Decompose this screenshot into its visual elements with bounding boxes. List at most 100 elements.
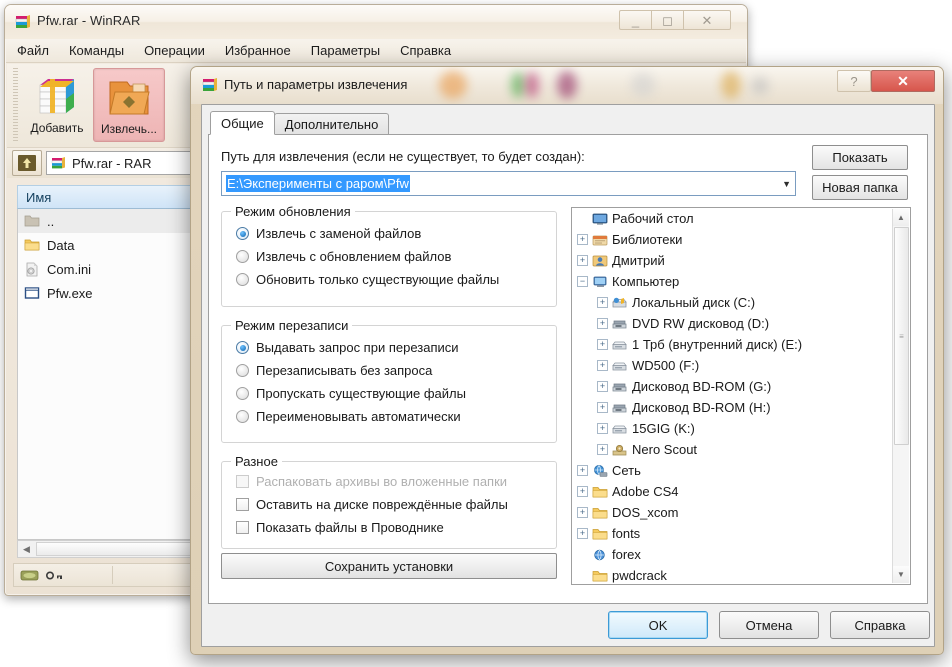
tree-toggle[interactable]: + [597, 402, 608, 413]
scroll-up-icon[interactable]: ▲ [893, 209, 909, 226]
tree-item-fonts[interactable]: + fonts [572, 523, 910, 544]
checkbox-extract-nested-archives: Распаковать архивы во вложенные папки [222, 470, 556, 493]
screen: Pfw.rar - WinRAR _ ◻ ✕ Файл Команды Опер… [0, 0, 952, 667]
tree-item-15gig-k[interactable]: + 15GIG (K:) [572, 418, 910, 439]
tree-toggle[interactable]: + [577, 234, 588, 245]
tree-item-drive-e[interactable]: + 1 Трб (внутренний диск) (E:) [572, 334, 910, 355]
radio-overwrite-without-prompt[interactable]: Перезаписывать без запроса [222, 359, 556, 382]
close-icon[interactable]: ✕ [871, 70, 935, 92]
menu-help[interactable]: Справка [397, 41, 454, 60]
toolbar-add-button[interactable]: Добавить [21, 68, 93, 142]
help-icon[interactable]: ? [837, 70, 871, 92]
menu-options[interactable]: Параметры [308, 41, 383, 60]
tree-item-user[interactable]: + Дмитрий [572, 250, 910, 271]
up-folder-icon[interactable] [12, 150, 42, 176]
checkbox-keep-broken-files[interactable]: Оставить на диске повреждённые файлы [222, 493, 556, 516]
key-icon [46, 569, 64, 582]
minimize-icon[interactable]: _ [619, 10, 651, 30]
help-button-label: Справка [854, 617, 906, 633]
tree-toggle[interactable]: + [597, 360, 608, 371]
computer-icon [591, 274, 608, 290]
tree-toggle[interactable]: − [577, 276, 588, 287]
cancel-button[interactable]: Отмена [719, 611, 819, 639]
menu-favorites[interactable]: Избранное [222, 41, 294, 60]
menu-commands[interactable]: Команды [66, 41, 127, 60]
close-icon[interactable]: ✕ [683, 10, 731, 30]
tree-toggle[interactable]: + [577, 528, 588, 539]
status-separator [112, 566, 113, 584]
tree-item-adobe-cs4[interactable]: + Adobe CS4 [572, 481, 910, 502]
tab-advanced[interactable]: Дополнительно [273, 113, 390, 135]
tree-item-pwdcrack[interactable]: pwdcrack [572, 565, 910, 584]
toolbar-grip[interactable] [13, 68, 18, 142]
tree-item-forex[interactable]: forex [572, 544, 910, 565]
tree-toggle[interactable]: + [597, 423, 608, 434]
tree-toggle[interactable]: + [577, 486, 588, 497]
tree-item-computer[interactable]: − Компьютер [572, 271, 910, 292]
ini-file-icon [24, 262, 40, 277]
maximize-icon[interactable]: ◻ [651, 10, 683, 30]
destination-folder-tree[interactable]: Рабочий стол + Библиотеки + Дмитрий − Ко… [571, 207, 911, 585]
save-settings-button[interactable]: Сохранить установки [221, 553, 557, 579]
tree-item-bd-rom-g[interactable]: + Дисковод BD-ROM (G:) [572, 376, 910, 397]
column-name[interactable]: Имя [18, 190, 51, 205]
checkbox-indicator [236, 498, 249, 511]
option-label: Показать файлы в Проводнике [256, 520, 444, 535]
tree-item-nero-scout[interactable]: + Nero Scout [572, 439, 910, 460]
archive-path-value: Pfw.rar - RAR [72, 155, 152, 171]
tree-item-label: Локальный диск (C:) [632, 295, 756, 310]
tree-item-dvd-rw-d[interactable]: + DVD RW дисковод (D:) [572, 313, 910, 334]
radio-extract-replace[interactable]: Извлечь с заменой файлов [222, 222, 556, 245]
extraction-path-input[interactable]: E:\Эксперименты с раром\Pfw ▼ [221, 171, 796, 196]
toolbar-extract-button[interactable]: Извлечь... [93, 68, 165, 142]
option-label: Извлечь с заменой файлов [256, 226, 422, 241]
tree-item-local-disk-c[interactable]: + Локальный диск (C:) [572, 292, 910, 313]
tab-general-label: Общие [221, 115, 264, 131]
tab-general[interactable]: Общие [210, 111, 275, 135]
scroll-down-icon[interactable]: ▼ [893, 566, 909, 583]
tree-item-wd500-f[interactable]: + WD500 (F:) [572, 355, 910, 376]
chevron-down-icon[interactable]: ▼ [782, 179, 791, 189]
winrar-books-icon [51, 156, 67, 171]
tree-vertical-scrollbar[interactable]: ▲ ≡ ▼ [892, 209, 909, 583]
radio-ask-before-overwrite[interactable]: Выдавать запрос при перезаписи [222, 336, 556, 359]
close-glyph: ✕ [701, 12, 713, 28]
radio-rename-automatically[interactable]: Переименовывать автоматически [222, 405, 556, 428]
tree-toggle[interactable]: + [577, 507, 588, 518]
radio-skip-existing[interactable]: Пропускать существующие файлы [222, 382, 556, 405]
ok-button[interactable]: OK [608, 611, 708, 639]
tree-toggle[interactable]: + [597, 339, 608, 350]
checkbox-display-files-in-explorer[interactable]: Показать файлы в Проводнике [222, 516, 556, 539]
tree-item-label: Компьютер [612, 274, 680, 289]
scroll-left-icon[interactable]: ◀ [18, 541, 35, 557]
radio-indicator [236, 227, 249, 240]
help-button[interactable]: Справка [830, 611, 930, 639]
radio-update-existing-only[interactable]: Обновить только существующие файлы [222, 268, 556, 291]
tree-toggle[interactable]: + [597, 318, 608, 329]
tree-toggle[interactable]: + [577, 255, 588, 266]
new-folder-button[interactable]: Новая папка [812, 175, 908, 200]
tree-item-libraries[interactable]: + Библиотеки [572, 229, 910, 250]
tree-item-label: Сеть [612, 463, 641, 478]
tree-toggle[interactable]: + [577, 465, 588, 476]
tree-item-network[interactable]: + Сеть [572, 460, 910, 481]
tree-toggle[interactable]: + [597, 444, 608, 455]
tree-scroll-thumb[interactable]: ≡ [894, 227, 909, 445]
tree-toggle[interactable]: + [597, 297, 608, 308]
tree-item-bd-rom-h[interactable]: + Дисковод BD-ROM (H:) [572, 397, 910, 418]
radio-extract-update[interactable]: Извлечь с обновлением файлов [222, 245, 556, 268]
add-archive-icon [32, 73, 82, 119]
menu-file[interactable]: Файл [14, 41, 52, 60]
show-button[interactable]: Показать [812, 145, 908, 170]
menu-operations[interactable]: Операции [141, 41, 208, 60]
tree-item-label: Adobe CS4 [612, 484, 679, 499]
file-name: .. [47, 213, 55, 229]
checkbox-indicator [236, 521, 249, 534]
file-name: Pfw.exe [47, 285, 93, 301]
tree-toggle[interactable]: + [597, 381, 608, 392]
tree-item-desktop[interactable]: Рабочий стол [572, 208, 910, 229]
tree-item-label: Дисковод BD-ROM (G:) [632, 379, 772, 394]
tree-item-dos-xcom[interactable]: + DOS_xcom [572, 502, 910, 523]
option-label: Оставить на диске повреждённые файлы [256, 497, 508, 512]
option-label: Переименовывать автоматически [256, 409, 461, 424]
